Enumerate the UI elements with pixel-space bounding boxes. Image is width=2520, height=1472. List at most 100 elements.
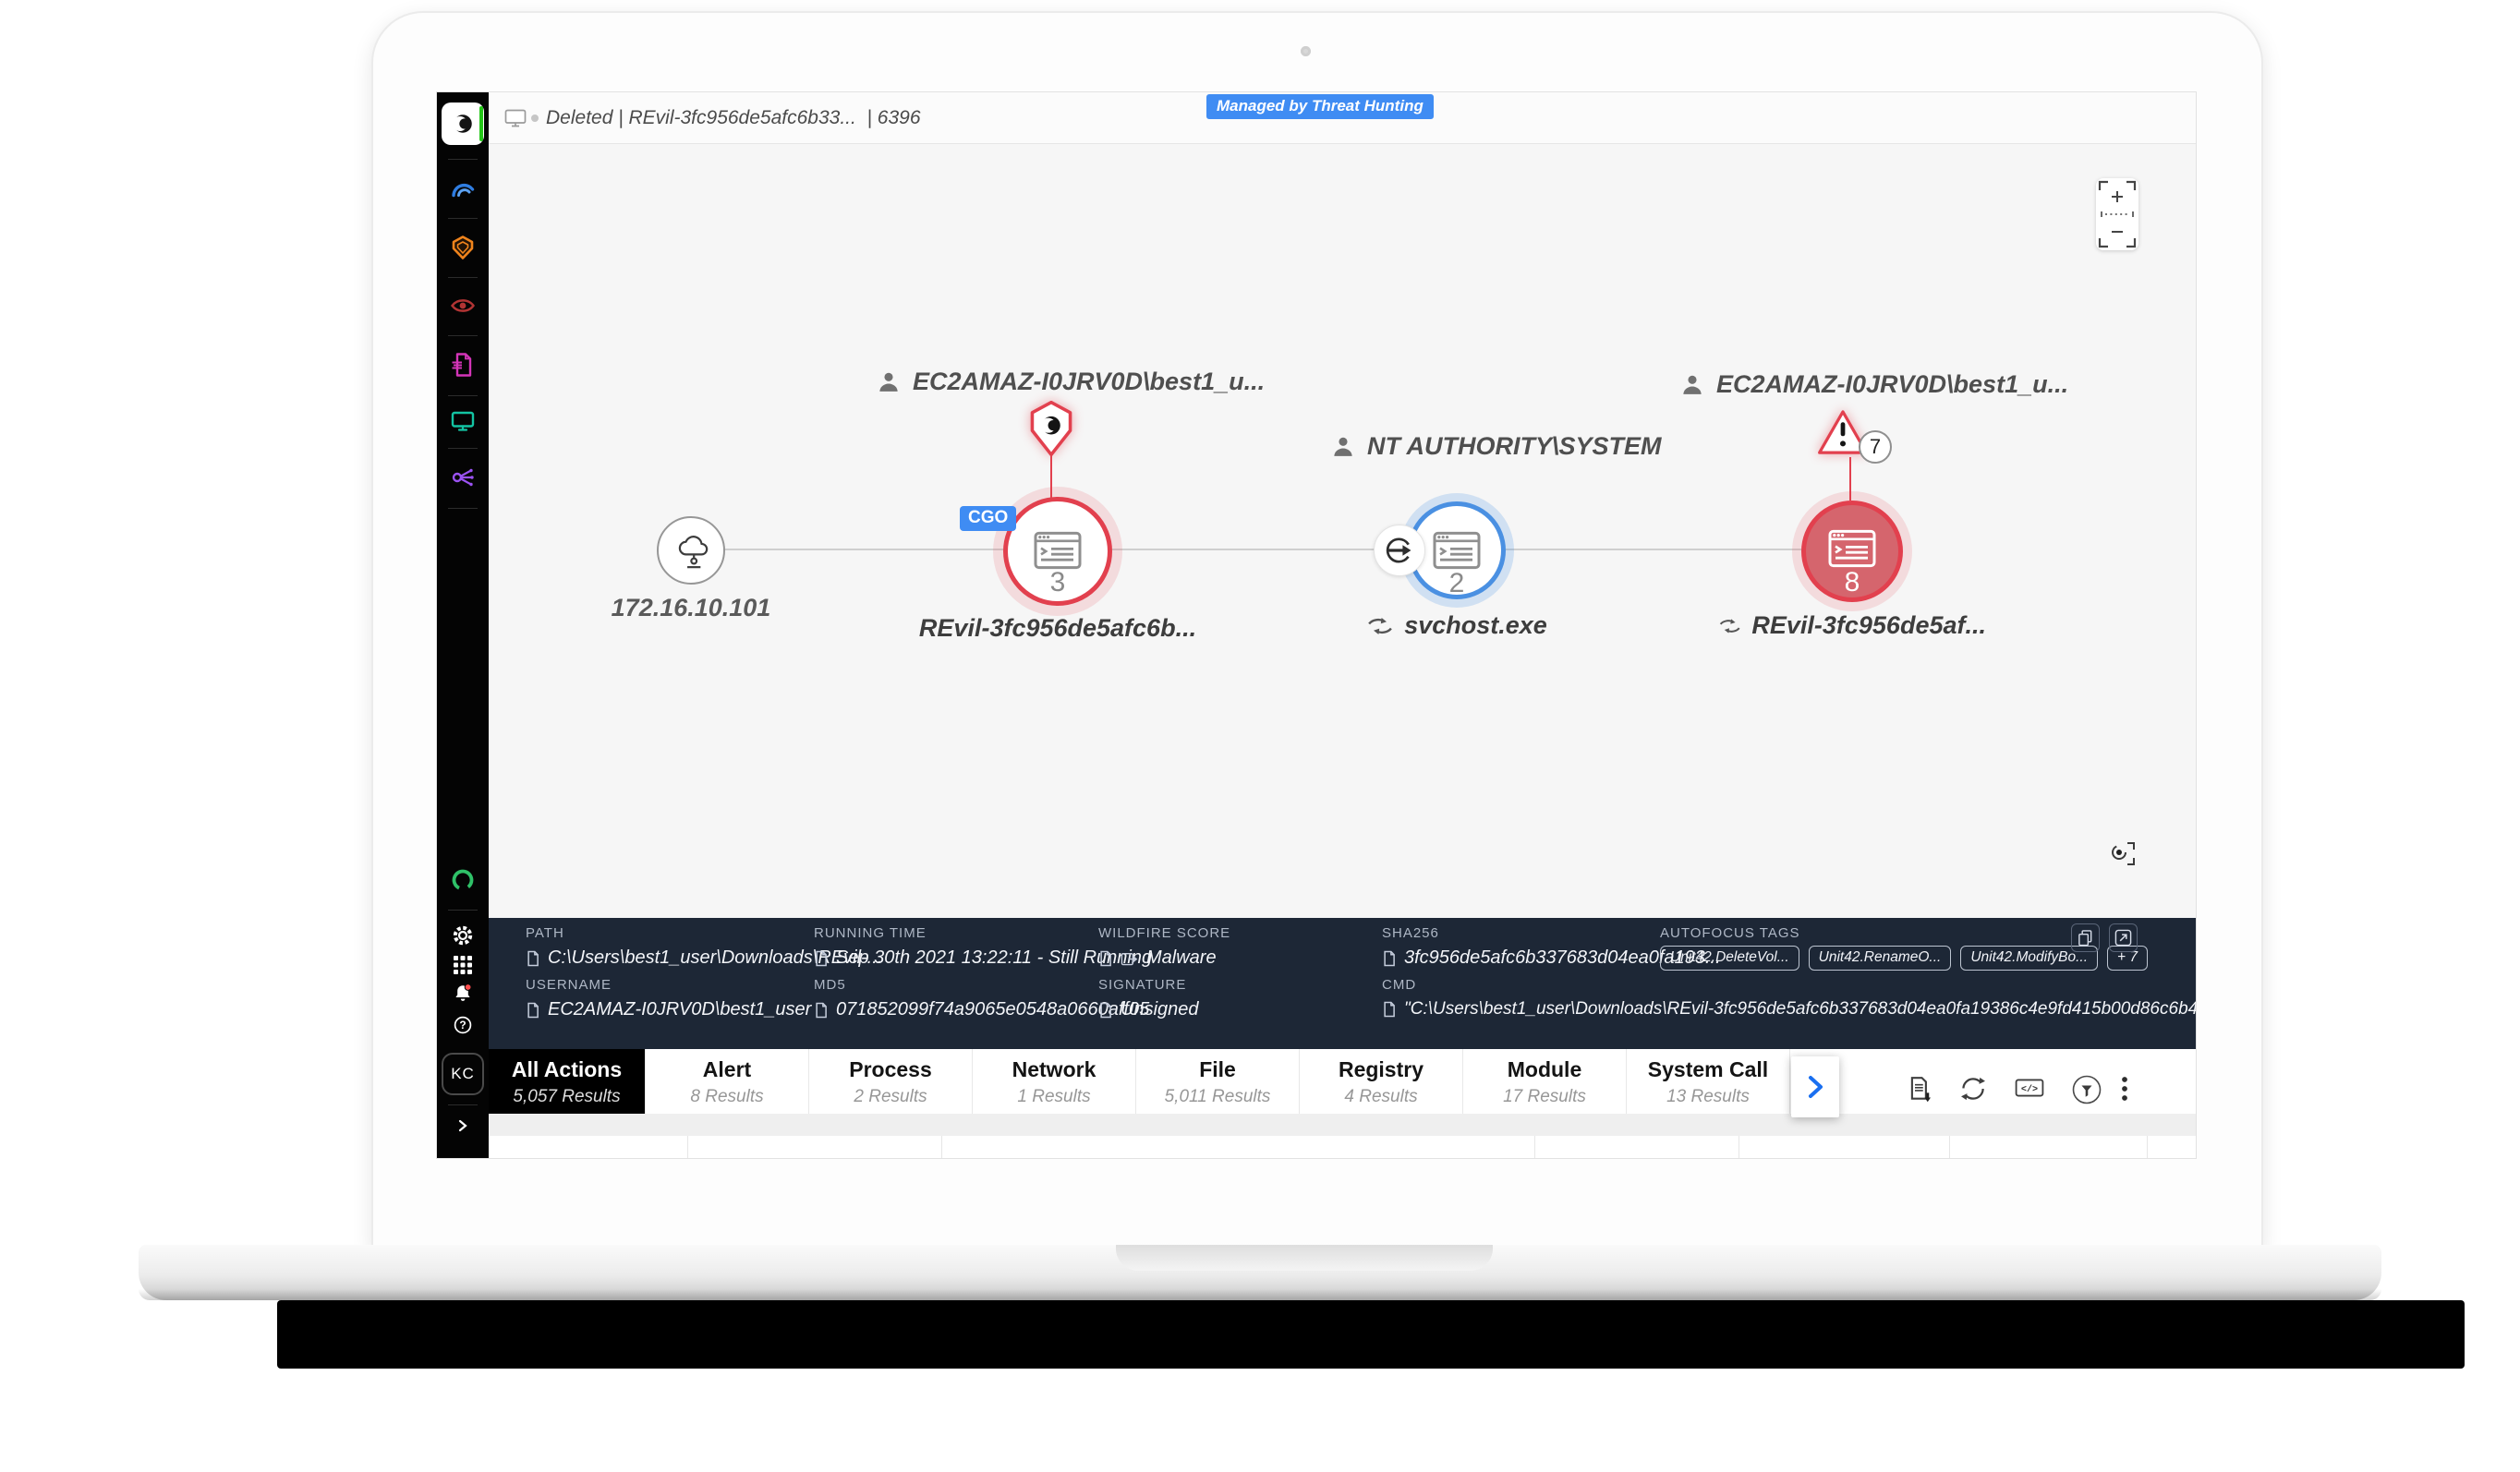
graph-center-button[interactable] [2107, 837, 2138, 868]
svg-text:</>: </> [2021, 1084, 2038, 1095]
sidebar-divider [448, 218, 478, 219]
endpoint-icon [504, 109, 527, 132]
sidebar-item-incidents[interactable] [450, 175, 476, 201]
node-label-revil: REvil-3fc956de5af... [1718, 611, 1986, 640]
sidebar-divider [448, 1104, 478, 1105]
crosshair-icon [2107, 837, 2138, 868]
causality-connector-line [691, 549, 1852, 550]
question-icon: ? [452, 1014, 474, 1036]
tabs-scroll-right-button[interactable] [1791, 1056, 1839, 1117]
user-icon [877, 370, 901, 394]
user-icon [1680, 373, 1704, 397]
user-avatar[interactable]: KC [442, 1053, 484, 1095]
process-window-icon [1828, 529, 1876, 568]
field-signature: SIGNATURE Unsigned [1098, 977, 1199, 1020]
laptop-lid: ? KC Deleted | REvil-3fc956de5afc6b33...… [371, 11, 2263, 1250]
sidebar-divider [448, 395, 478, 396]
more-options-button[interactable] [2120, 1075, 2131, 1104]
top-bar: Deleted | REvil-3fc956de5afc6b33... | 63… [489, 92, 2196, 144]
laptop-base-edge [139, 1289, 2381, 1300]
node-label-svchost: svchost.exe [1323, 611, 1591, 640]
copy-icon[interactable] [814, 1002, 828, 1019]
field-username: USERNAME EC2AMAZ-I0JRV0D\best1_user [526, 977, 811, 1020]
notifications-button[interactable] [452, 983, 474, 1005]
apps-button[interactable] [452, 954, 474, 976]
copy-icon[interactable] [814, 950, 828, 967]
kebab-menu-icon [2120, 1075, 2129, 1103]
copy-icon[interactable] [1382, 950, 1396, 967]
process-info-panel: PATH C:\Users\best1_user\Downloads\REvil… [489, 918, 2196, 1049]
grid-icon [452, 954, 474, 976]
laptop-notch [1116, 1245, 1493, 1271]
tab-registry[interactable]: Registry4 Results [1300, 1049, 1463, 1114]
sidebar-item-cortex-xdr[interactable] [442, 103, 484, 145]
tag-chip[interactable]: Unit42.DeleteVol... [1660, 946, 1799, 971]
sidebar-expand-button[interactable] [437, 1112, 489, 1140]
refresh-table-button[interactable] [1959, 1075, 1989, 1104]
cortex-xdr-logo-icon [451, 112, 475, 140]
tab-module[interactable]: Module17 Results [1463, 1049, 1627, 1114]
laptop-camera [1301, 46, 1311, 56]
sidebar: ? KC [437, 92, 489, 1158]
sidebar-item-managed-services[interactable] [450, 867, 476, 893]
laptop-shadow [277, 1300, 2465, 1369]
export-table-button[interactable] [1906, 1075, 1935, 1104]
user-icon [1331, 435, 1355, 459]
tab-system-call[interactable]: System Call13 Results [1627, 1049, 1790, 1114]
laptop-mockup: ? KC Deleted | REvil-3fc956de5afc6b33...… [0, 0, 2520, 1472]
sidebar-divider [448, 910, 478, 911]
external-link-icon [2114, 929, 2132, 947]
node-label-cgo: REvil-3fc956de5afc6b... [901, 614, 1215, 643]
copy-icon[interactable] [1098, 950, 1112, 967]
sidebar-item-reports[interactable] [450, 352, 476, 378]
copy-icon[interactable] [526, 1002, 539, 1019]
relaunch-icon [1366, 616, 1394, 636]
tab-file[interactable]: File5,011 Results [1136, 1049, 1300, 1114]
query-builder-button[interactable]: </> [2015, 1075, 2044, 1104]
relaunch-icon [1718, 616, 1741, 636]
cloud-network-icon [672, 530, 712, 571]
actions-tab-bar: All Actions5,057 Results Alert8 Results … [489, 1049, 2196, 1114]
cgo-badge: CGO [960, 506, 1016, 531]
field-wildfire: WILDFIRE SCORE Malware [1098, 925, 1230, 969]
sidebar-item-endpoints[interactable] [450, 408, 476, 434]
refresh-icon [1959, 1075, 1987, 1103]
sidebar-item-analytics[interactable] [450, 465, 476, 490]
tag-chip[interactable]: Unit42.RenameO... [1809, 946, 1952, 971]
help-button[interactable]: ? [452, 1014, 474, 1036]
tab-network[interactable]: Network1 Results [973, 1049, 1136, 1114]
sidebar-item-endpoint-security[interactable] [450, 235, 476, 260]
filter-funnel-icon [2072, 1075, 2102, 1104]
cmd-value: "C:\Users\best1_user\Downloads\REvil-3fc… [1404, 999, 2197, 1020]
teal-monitor-icon [450, 408, 476, 434]
copy-all-button[interactable] [2071, 923, 2100, 952]
child-count: 8 [1824, 567, 1880, 598]
signature-value: Unsigned [1121, 999, 1199, 1020]
node-host[interactable] [657, 516, 725, 585]
app-window: ? KC Deleted | REvil-3fc956de5afc6b33...… [436, 91, 2197, 1159]
copy-icon[interactable] [526, 950, 539, 967]
tab-alert[interactable]: Alert8 Results [646, 1049, 809, 1114]
sidebar-divider [448, 335, 478, 336]
node-label-host: 172.16.10.101 [552, 594, 830, 622]
gear-icon [452, 924, 474, 947]
copy-icon[interactable] [1098, 1002, 1112, 1019]
username-value: EC2AMAZ-I0JRV0D\best1_user [548, 999, 811, 1020]
process-window-icon [1433, 531, 1481, 570]
copy-icon[interactable] [1382, 1001, 1396, 1018]
wildfire-value: Malware [1146, 947, 1217, 969]
graph-zoom-control[interactable] [2096, 178, 2138, 250]
tab-process[interactable]: Process2 Results [809, 1049, 973, 1114]
alert-shield-badge[interactable] [1025, 401, 1077, 461]
export-document-icon [1906, 1075, 1933, 1103]
tab-all-actions[interactable]: All Actions5,057 Results [489, 1049, 646, 1114]
open-external-button[interactable] [2109, 923, 2138, 952]
injection-arrow-icon [1384, 535, 1415, 566]
settings-button[interactable] [452, 924, 474, 947]
alert-count-badge: 7 [1859, 430, 1892, 464]
open-report-icon[interactable] [1121, 950, 1138, 967]
injection-badge[interactable] [1374, 525, 1425, 576]
filter-button[interactable] [2072, 1075, 2102, 1104]
sidebar-item-investigation[interactable] [450, 293, 476, 319]
field-cmd: CMD "C:\Users\best1_user\Downloads\REvil… [1382, 977, 2197, 1020]
